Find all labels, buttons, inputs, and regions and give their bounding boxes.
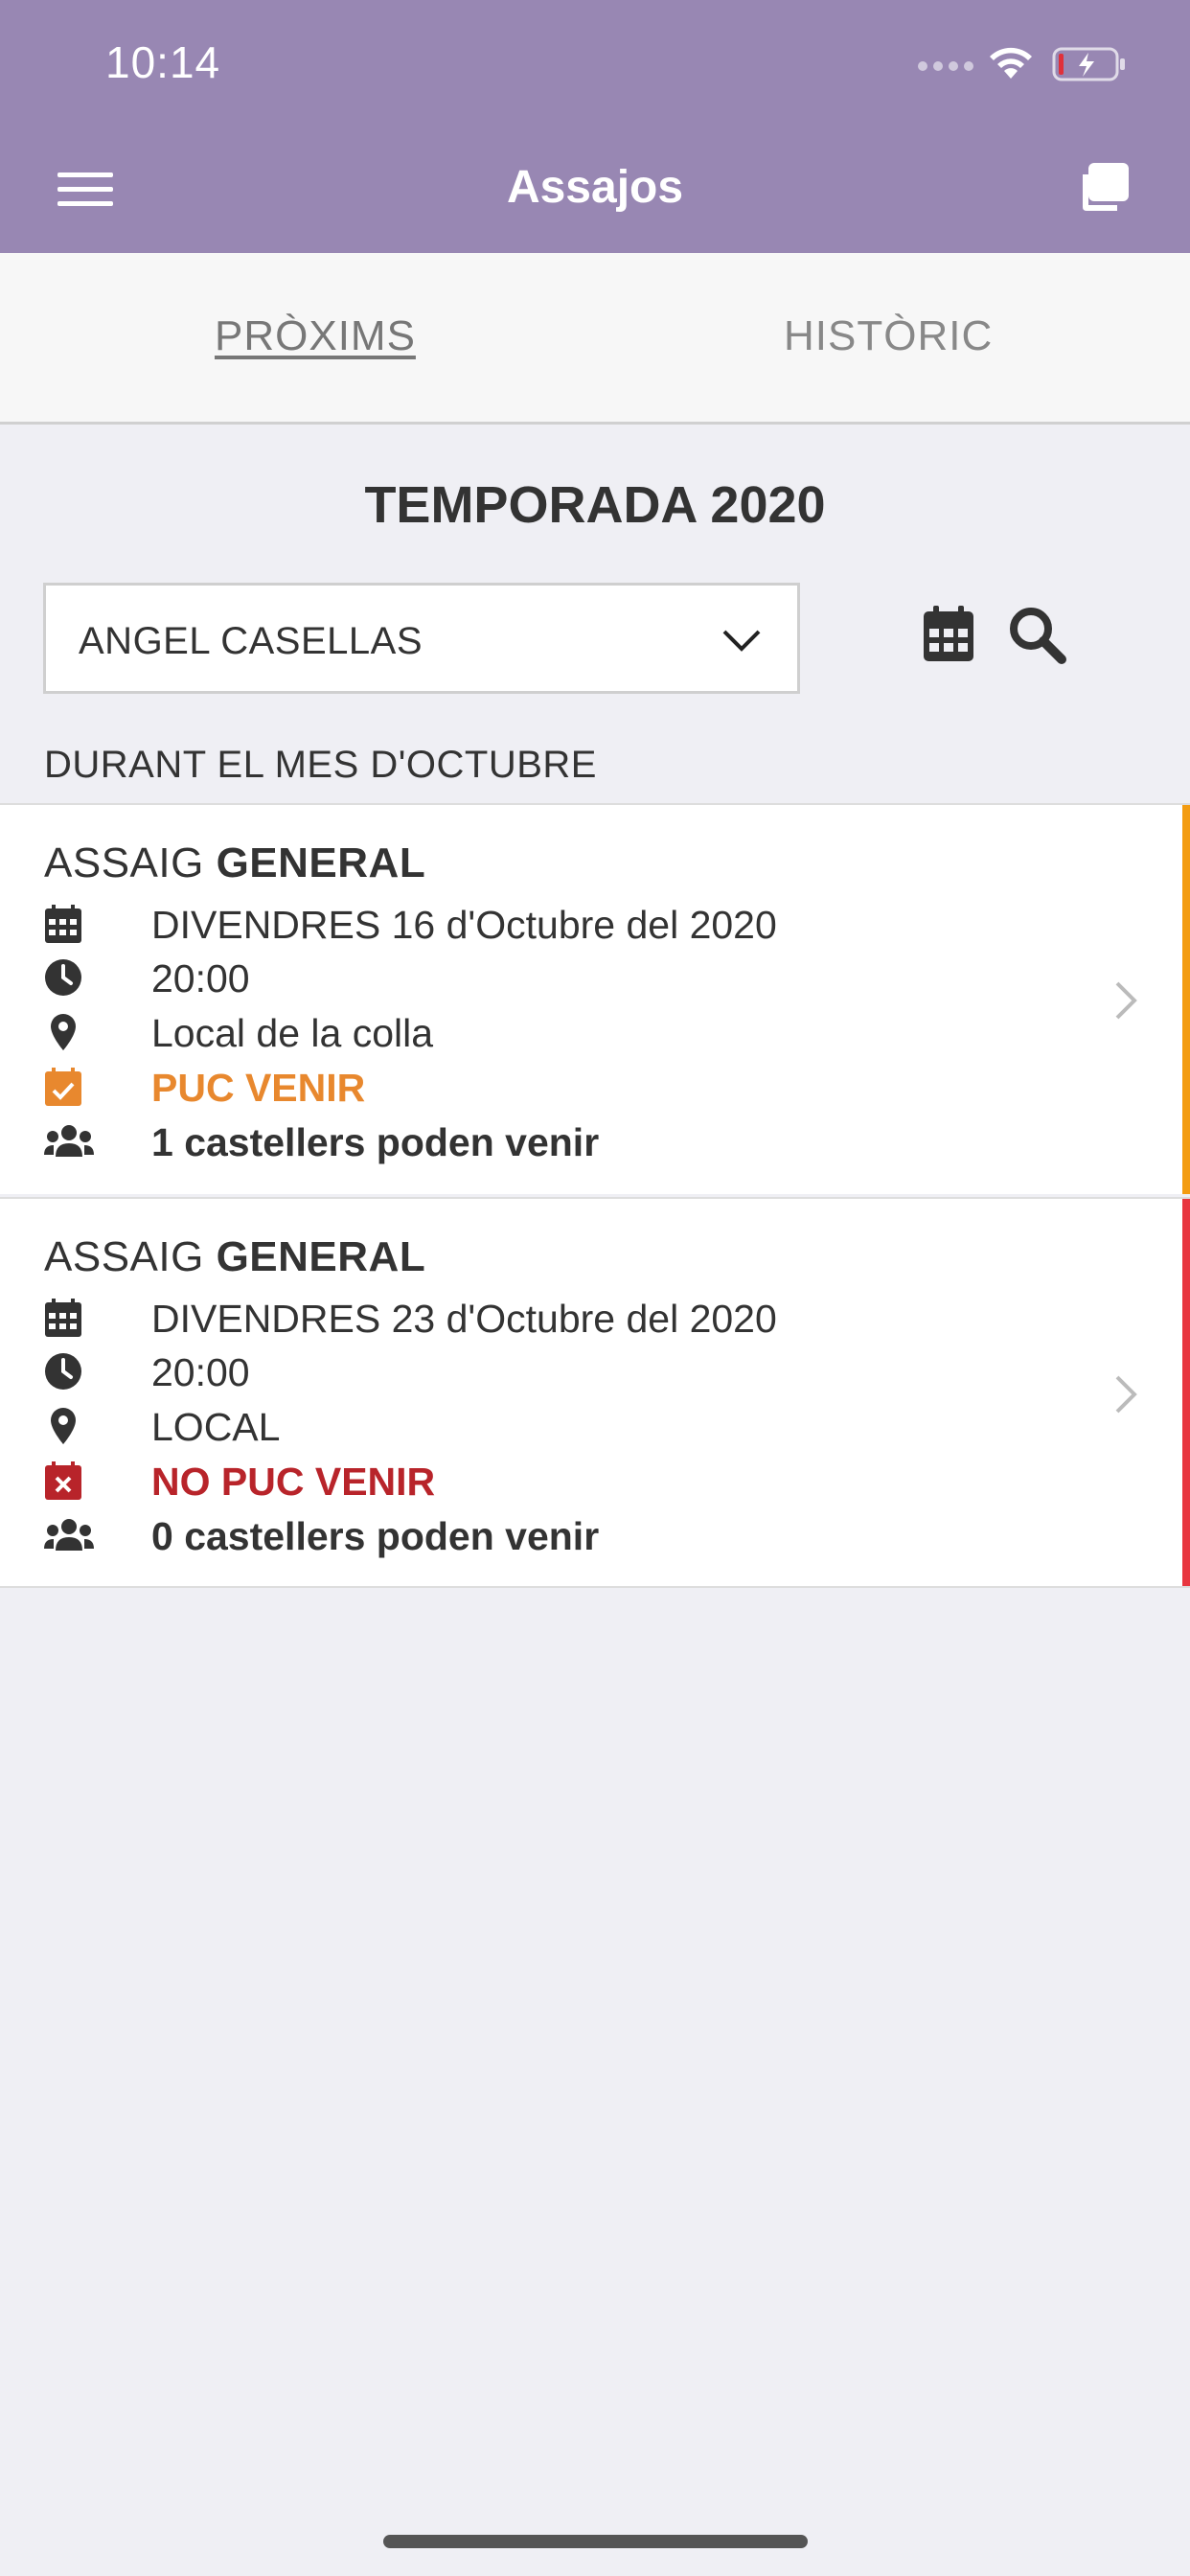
event-date-row: DIVENDRES 23 d'Octubre del 2020 [44, 1295, 1002, 1343]
search-icon[interactable] [1006, 604, 1067, 665]
page-title: Assajos [506, 162, 684, 213]
season-title: TEMPORADA 2020 [364, 476, 826, 534]
calendar-times-icon [45, 1461, 81, 1500]
chevron-right-icon [1115, 981, 1137, 1020]
event-count-row: 1 castellers poden venir [44, 1118, 1002, 1166]
header-bar: 10:14 Assajos [0, 0, 1190, 253]
users-icon [44, 1519, 94, 1551]
map-pin-icon [51, 1408, 76, 1444]
event-attendance: PUC VENIR [151, 1066, 366, 1110]
users-icon [44, 1125, 94, 1157]
status-time: 10:14 [105, 37, 221, 87]
wifi-icon [990, 47, 1032, 79]
event-count-row: 0 castellers poden venir [44, 1512, 1002, 1560]
event-time: 20:00 [151, 1350, 250, 1394]
member-select-value: ANGEL CASELLAS [79, 620, 423, 662]
event-time-row: 20:00 [44, 1348, 1002, 1396]
event-time-row: 20:00 [44, 954, 1002, 1002]
calendar-icon[interactable] [922, 606, 975, 663]
event-card[interactable]: ASSAIG GENERAL DIVENDRES 23 d'Octubre de… [0, 1197, 1190, 1588]
segment-tabs: PRÒXIMS HISTÒRIC [0, 253, 1190, 425]
battery-icon [1052, 47, 1125, 81]
signal-icon [918, 61, 973, 71]
event-location: LOCAL [151, 1405, 281, 1449]
tab-history[interactable]: HISTÒRIC [784, 312, 993, 360]
tab-upcoming[interactable]: PRÒXIMS [215, 312, 416, 360]
clock-icon [45, 1353, 81, 1390]
event-time: 20:00 [151, 956, 250, 1000]
home-indicator[interactable] [383, 2535, 808, 2548]
member-select[interactable]: ANGEL CASELLAS [43, 583, 800, 694]
event-attendance-row: PUC VENIR [44, 1064, 1002, 1112]
event-attendance: NO PUC VENIR [151, 1460, 436, 1504]
month-header: DURANT EL MES D'OCTUBRE [44, 744, 597, 786]
event-location-row: LOCAL [44, 1403, 1002, 1451]
event-count: 1 castellers poden venir [151, 1120, 600, 1164]
chevron-right-icon [1115, 1375, 1137, 1414]
event-date: DIVENDRES 16 d'Octubre del 2020 [151, 903, 777, 947]
status-accent-bar [1182, 1199, 1190, 1586]
event-date: DIVENDRES 23 d'Octubre del 2020 [151, 1297, 777, 1341]
calendar-icon [45, 905, 81, 943]
event-attendance-row: NO PUC VENIR [44, 1458, 1002, 1506]
map-pin-icon [51, 1014, 76, 1050]
chevron-down-icon [722, 630, 761, 652]
copy-icon[interactable] [1075, 161, 1131, 215]
clock-icon [45, 959, 81, 996]
event-date-row: DIVENDRES 16 d'Octubre del 2020 [44, 901, 1002, 949]
event-card[interactable]: ASSAIG GENERAL DIVENDRES 16 d'Octubre de… [0, 803, 1190, 1194]
status-accent-bar [1182, 805, 1190, 1194]
event-location: Local de la colla [151, 1011, 434, 1055]
event-location-row: Local de la colla [44, 1009, 1002, 1057]
calendar-icon [45, 1299, 81, 1337]
calendar-check-icon [45, 1068, 81, 1106]
event-title: ASSAIG GENERAL [44, 840, 426, 886]
event-title: ASSAIG GENERAL [44, 1233, 426, 1280]
event-count: 0 castellers poden venir [151, 1514, 600, 1558]
